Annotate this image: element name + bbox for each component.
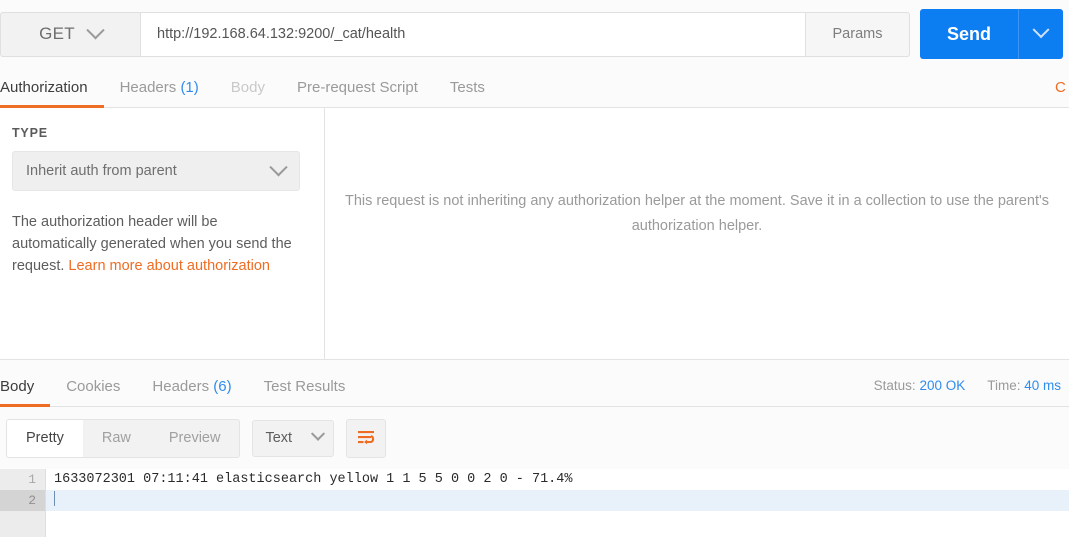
params-button-label: Params [832, 26, 883, 42]
authorization-panel: TYPE Inherit auth from parent The author… [0, 108, 1069, 359]
request-url-bar: GET Params Send [0, 0, 1069, 68]
send-button-label: Send [946, 23, 991, 44]
response-tabs: Body Cookies Headers (6) Test Results St… [0, 359, 1069, 407]
tab-pre-request-script[interactable]: Pre-request Script [281, 79, 434, 107]
response-tab-body[interactable]: Body [0, 378, 51, 407]
send-options-button[interactable] [1018, 9, 1063, 59]
code-link-truncated[interactable]: C [1055, 79, 1069, 96]
learn-more-authorization-link[interactable]: Learn more about authorization [68, 258, 270, 274]
request-tabs: Authorization Headers (1) Body Pre-reque… [0, 68, 1069, 108]
tab-tests[interactable]: Tests [434, 79, 501, 107]
line-number: 2 [0, 490, 45, 511]
http-method-selector[interactable]: GET [0, 11, 140, 57]
response-tab-cookies[interactable]: Cookies [50, 378, 136, 406]
view-mode-pretty-label: Pretty [26, 430, 64, 446]
time-group: Time: 40 ms [987, 378, 1061, 393]
view-mode-preview-label: Preview [168, 430, 221, 446]
time-value: 40 ms [1024, 378, 1061, 393]
auth-type-select[interactable]: Inherit auth from parent [12, 151, 300, 191]
line-number: 1 [28, 472, 36, 487]
view-mode-group: Pretty Raw Preview [6, 418, 241, 458]
response-tab-headers-count: (6) [213, 378, 232, 395]
postman-request-window: GET Params Send Authorization Headers (1… [0, 0, 1069, 537]
response-tab-headers[interactable]: Headers (6) [136, 378, 247, 406]
tab-headers-count: (1) [180, 79, 199, 96]
response-tab-cookies-label: Cookies [66, 378, 121, 395]
tab-authorization[interactable]: Authorization [0, 79, 104, 108]
response-tab-body-label: Body [0, 378, 35, 395]
view-mode-pretty[interactable]: Pretty [7, 419, 83, 457]
auth-inherit-message: This request is not inheriting any autho… [344, 192, 1049, 234]
status-value: 200 OK [919, 378, 966, 393]
code-content[interactable]: 1633072301 07:11:41 elasticsearch yellow… [46, 469, 1069, 537]
chevron-down-icon [269, 157, 288, 176]
params-button[interactable]: Params [806, 11, 910, 57]
view-mode-raw[interactable]: Raw [83, 420, 150, 457]
tab-body-label: Body [230, 79, 265, 96]
view-mode-preview[interactable]: Preview [150, 420, 240, 457]
tab-tests-label: Tests [449, 79, 485, 96]
response-format-value: Text [265, 430, 293, 446]
http-method-label: GET [39, 24, 75, 43]
send-button-group: Send [920, 9, 1063, 59]
url-input[interactable] [155, 25, 791, 43]
tab-body[interactable]: Body [215, 79, 281, 107]
url-input-container[interactable] [140, 11, 806, 57]
word-wrap-icon [357, 431, 375, 445]
response-body-editor[interactable]: 1 2 1633072301 07:11:41 elasticsearch ye… [0, 469, 1069, 537]
response-format-select[interactable]: Text [252, 419, 335, 457]
chevron-down-icon [1032, 21, 1050, 39]
text-caret [54, 491, 55, 506]
status-label: Status: [873, 378, 916, 393]
code-line-active [46, 490, 1069, 511]
tab-headers-label: Headers [119, 79, 177, 96]
chevron-down-icon [86, 20, 105, 39]
code-line: 1633072301 07:11:41 elasticsearch yellow… [54, 472, 573, 487]
send-button[interactable]: Send [920, 9, 1018, 59]
line-number-gutter: 1 2 [0, 469, 46, 537]
tab-authorization-label: Authorization [0, 79, 88, 96]
time-label: Time: [987, 378, 1021, 393]
status-group: Status: 200 OK [874, 378, 966, 393]
response-tab-test-results[interactable]: Test Results [248, 378, 362, 406]
chevron-down-icon [311, 426, 326, 441]
response-meta: Status: 200 OK Time: 40 ms [874, 378, 1061, 393]
response-tab-headers-label: Headers [152, 378, 210, 395]
response-tab-test-results-label: Test Results [263, 378, 346, 395]
tab-headers[interactable]: Headers (1) [104, 79, 215, 107]
tab-pre-request-script-label: Pre-request Script [296, 79, 418, 96]
response-viewer-toolbar: Pretty Raw Preview Text [0, 407, 1069, 469]
auth-help-text: The authorization header will be automat… [12, 211, 302, 277]
auth-type-label: TYPE [12, 126, 48, 140]
auth-type-value: Inherit auth from parent [26, 163, 177, 179]
word-wrap-toggle[interactable] [346, 418, 387, 458]
authorization-config-column: TYPE Inherit auth from parent The author… [0, 108, 325, 359]
view-mode-raw-label: Raw [101, 430, 131, 446]
authorization-message-column: This request is not inheriting any autho… [325, 108, 1069, 359]
